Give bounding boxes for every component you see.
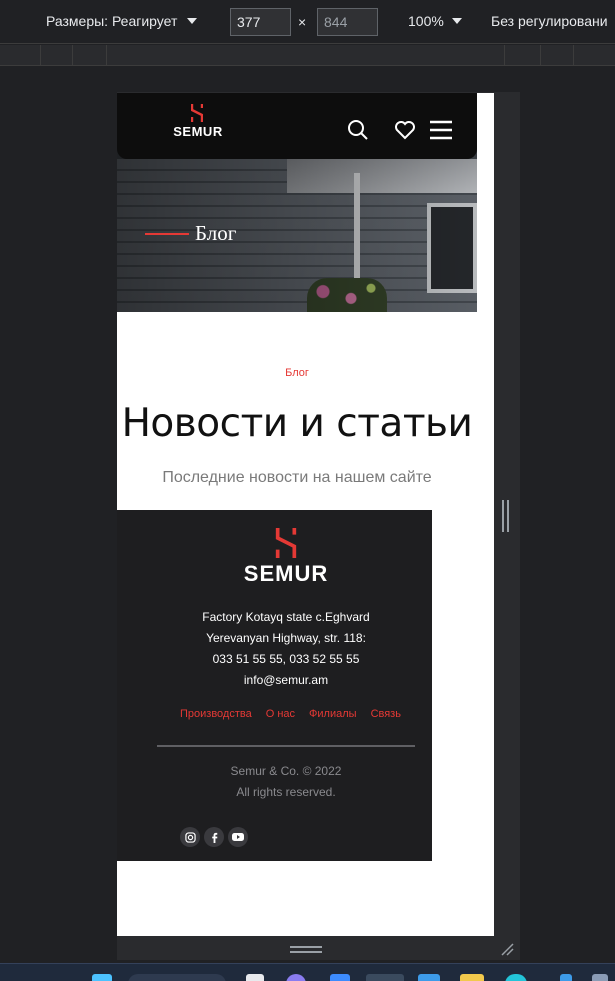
rights-reserved: All rights reserved. [236, 785, 336, 799]
taskbar-app-icon[interactable] [246, 974, 264, 981]
facebook-icon[interactable] [204, 827, 224, 847]
throttle-dropdown[interactable]: Без регулировани [491, 13, 608, 29]
footer-links: Производства О нас Филиалы Связь [180, 708, 401, 720]
footer-link-contact[interactable]: Связь [371, 708, 401, 720]
address-line-2: Yerevanyan Highway, str. 118: [206, 631, 366, 645]
search-icon[interactable] [346, 118, 370, 142]
dimensions-dropdown[interactable]: Размеры: Реагирует [46, 13, 198, 29]
semur-mark-icon [275, 528, 297, 558]
taskbar-search[interactable] [128, 974, 226, 981]
hero-title-text: Блог [195, 221, 237, 245]
footer-logo[interactable]: SEMUR [235, 528, 337, 586]
section-tag: Блог [285, 367, 309, 379]
taskbar-app-icon[interactable] [560, 974, 572, 981]
footer-link-branches[interactable]: Филиалы [309, 708, 357, 720]
logo-text: SEMUR [173, 124, 223, 139]
times-sign: × [298, 14, 307, 30]
taskbar-app-icon[interactable] [286, 974, 306, 981]
dimensions-label: Размеры: Реагирует [46, 13, 178, 29]
address-line-1: Factory Kotayq state c.Eghvard [202, 610, 370, 624]
youtube-icon[interactable] [228, 827, 248, 847]
throttle-label: Без регулировани [491, 13, 608, 29]
footer-link-about[interactable]: О нас [266, 708, 295, 720]
heart-icon[interactable] [393, 118, 417, 142]
media-query-ruler[interactable] [0, 45, 615, 66]
instagram-icon[interactable] [180, 827, 200, 847]
social-links [180, 827, 248, 847]
viewport-width-handle[interactable] [502, 500, 510, 532]
taskbar-app-icon[interactable] [505, 974, 527, 981]
site-logo[interactable]: SEMUR [169, 104, 227, 140]
folder-icon[interactable] [460, 974, 484, 981]
footer-link-production[interactable]: Производства [180, 708, 252, 720]
phone-numbers[interactable]: 033 51 55 55, 033 52 55 55 [117, 652, 455, 666]
title-accent-line [145, 232, 189, 235]
copyright: Semur & Co. © 2022 [230, 764, 342, 778]
taskbar-app-icon[interactable] [418, 974, 440, 981]
chevron-down-icon [187, 18, 198, 24]
zoom-dropdown[interactable]: 100% [408, 13, 462, 29]
page-subtitle: Последние новости на нашем сайте [162, 469, 432, 486]
taskbar-app-icon[interactable] [592, 974, 608, 981]
resize-corner-icon[interactable] [500, 942, 514, 956]
os-taskbar [0, 963, 615, 981]
site-footer: SEMUR Factory Kotayq state c.Eghvard Yer… [117, 510, 432, 861]
chevron-down-icon [451, 18, 462, 24]
zoom-label: 100% [408, 13, 444, 29]
height-input[interactable] [317, 8, 378, 36]
page-title: Новости и статьи [121, 401, 473, 446]
viewport-height-handle[interactable] [290, 946, 322, 954]
hero-title: Блог [145, 221, 236, 246]
taskbar-app-icon[interactable] [330, 974, 350, 981]
menu-icon[interactable] [429, 118, 453, 142]
footer-divider [157, 745, 415, 747]
semur-mark-icon [191, 104, 203, 122]
taskbar-active-app[interactable] [366, 974, 404, 981]
width-input[interactable] [230, 8, 291, 36]
devtools-device-toolbar: Размеры: Реагирует × 100% Без регулирова… [0, 0, 615, 44]
site-header: SEMUR [117, 93, 477, 159]
footer-logo-text: SEMUR [243, 561, 329, 586]
email-link[interactable]: info@semur.am [117, 673, 455, 687]
emulated-viewport: SEMUR Блог Блог Новости и статьи Последн… [117, 93, 494, 936]
start-icon[interactable] [92, 974, 112, 981]
